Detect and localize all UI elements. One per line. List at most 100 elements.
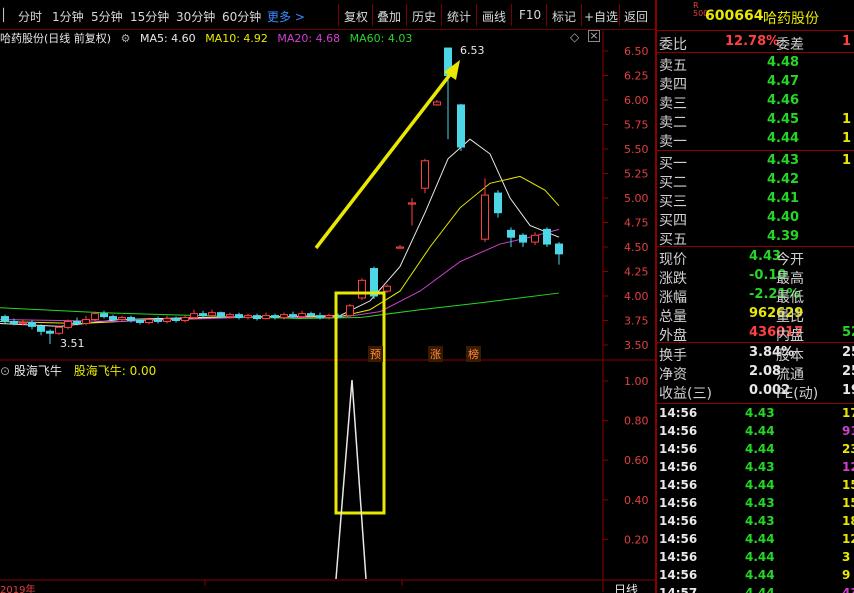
price-axis: 6.50 6.25 6.00 5.75 5.50 5.25 5.00 4.75 4.50 4.25… [603,45,649,352]
price-tick: 3.75 [624,315,649,328]
indicator-name[interactable]: 股海飞牛 [14,364,62,378]
tab-intraday[interactable]: 分时 [18,8,42,25]
row-value: 4.43 [767,153,800,168]
trend-arrow [314,60,460,250]
tick-row: 14:564.4423 [659,442,854,456]
row-value-2: 52 [842,325,854,340]
price-tick: 3.50 [624,339,649,352]
quote-row: 卖三 4.46 [657,92,854,112]
row-label-2: 股本 [776,348,804,364]
indicator-axis: 1.00 0.80 0.60 0.40 0.20 [603,375,649,546]
year-label: 2019年 [0,585,36,593]
tab-5min[interactable]: 5分钟 [91,8,123,25]
price-tick: 5.00 [624,192,649,205]
tab-15min[interactable]: 15分钟 [130,8,169,25]
row-label: 换手 [659,348,687,364]
history-button[interactable]: 历史 [412,8,436,25]
row-label: 涨幅 [659,290,687,306]
price-tick: 6.50 [624,45,649,58]
mark-button[interactable]: 标记 [552,8,576,25]
indicator-value: 股海飞牛: 0.00 [73,364,157,378]
row-label: 卖一 [659,134,687,150]
quote-row: 卖五 4.48 [657,54,854,74]
fuquan-button[interactable]: 复权 [344,8,368,25]
tick-row: 14:564.4317 [659,406,854,420]
price-tick: 5.25 [624,168,649,181]
indicator-tick: 0.40 [624,494,649,507]
quote-row: 现价 4.43 今开 [657,248,854,268]
tick-row: 14:56 4.44 9 [659,568,851,582]
price-tick: 4.50 [624,241,649,254]
menu-icon[interactable]: │ [0,8,7,22]
row-label-2: 今开 [776,252,804,268]
price-tick: 4.25 [624,266,649,279]
tag-dragon-list[interactable]: 榜 [466,346,481,362]
draw-line-button[interactable]: 画线 [482,8,506,25]
row-label: 涨跌 [659,271,687,287]
tag-forecast[interactable]: 预 [368,346,383,362]
row-label: 现价 [659,252,687,268]
weibi-row: 委比 12.78% 委差 1 [659,34,852,53]
row-label-2: 最低 [776,290,804,306]
tick-row: 14:564.4318 [659,514,854,528]
price-tick: 4.00 [624,290,649,303]
indicator-tick: 0.60 [624,454,649,467]
quote-row: 买二 4.42 [657,171,854,191]
row-label-2: PE(动) [776,386,819,402]
quote-row: 买三 4.41 [657,190,854,210]
price-tick: 5.50 [624,143,649,156]
f10-button[interactable]: F10 [519,8,541,22]
quote-row: 净资2.08流通25 [657,363,854,383]
back-button[interactable]: 返回 [624,8,648,25]
row-label: 买三 [659,194,687,210]
tick-row: 14:56 4.44 3 [659,550,851,564]
indicator-legend: ⊙ 股海飞牛 股海飞牛: 0.00 [0,362,156,379]
price-tick: 5.75 [624,119,649,132]
quote-panel: R 500 600664 哈药股份 委比 12.78% 委差 1 卖五 4.48 卖… [655,0,854,593]
row-label: 净资 [659,367,687,383]
row-label: 收益(三) [659,386,712,402]
quote-row: 卖二 4.45 [657,111,854,131]
tick-row: 14:564.43127 [659,460,854,474]
collapse-icon[interactable]: ⊙ [0,364,10,378]
row-value: 4.40 [767,210,800,225]
highlight-box [334,291,386,515]
tab-1min[interactable]: 1分钟 [52,8,84,25]
tick-row: 14:564.4415 [659,478,854,492]
row-label: 总量 [659,309,687,325]
row-label: 买一 [659,156,687,172]
price-tick: 6.00 [624,94,649,107]
tick-row: 14:574.4443 [659,586,854,593]
period-button[interactable]: 日线 [614,581,638,593]
row-value-2: 19 [842,383,854,398]
overlay-button[interactable]: 叠加 [377,8,401,25]
price-tick: 4.75 [624,217,649,230]
row-value: 4.48 [767,55,800,70]
kline-chart[interactable]: 6.50 6.25 6.00 5.75 5.50 5.25 5.00 4.75 4.50 4.25… [0,30,655,592]
quote-row: 涨幅 -2.21% 最低 [657,286,854,306]
stats-button[interactable]: 统计 [447,8,471,25]
row-label: 卖三 [659,96,687,112]
row-value: 4.39 [767,229,800,244]
tab-60min[interactable]: 60分钟 [222,8,261,25]
row-label: 买二 [659,175,687,191]
tag-limit-up[interactable]: 涨 [428,346,443,362]
high-price-label: 6.53 [460,44,485,57]
quote-row: 总量 962629 量比 [657,305,854,325]
row-value: 4.47 [767,74,800,89]
quote-row: 买四 4.40 [657,209,854,229]
row-value: 4.41 [767,191,800,206]
row-label-2: 最高 [776,271,804,287]
quote-row: 换手3.84%股本25 [657,344,854,364]
tab-30min[interactable]: 30分钟 [176,8,215,25]
row-value: 4.44 [767,131,800,146]
row-label: 卖四 [659,77,687,93]
add-watchlist-button[interactable]: +自选 [584,8,618,25]
tick-row: 14:564.4315 [659,496,854,510]
quote-row: 买五 4.39 [657,228,854,248]
quote-row: 卖四 4.47 [657,73,854,93]
tab-more[interactable]: 更多 > [267,8,305,25]
row-label: 卖五 [659,58,687,74]
stock-name: 哈药股份 [763,11,819,27]
indicator-spike [335,379,367,580]
